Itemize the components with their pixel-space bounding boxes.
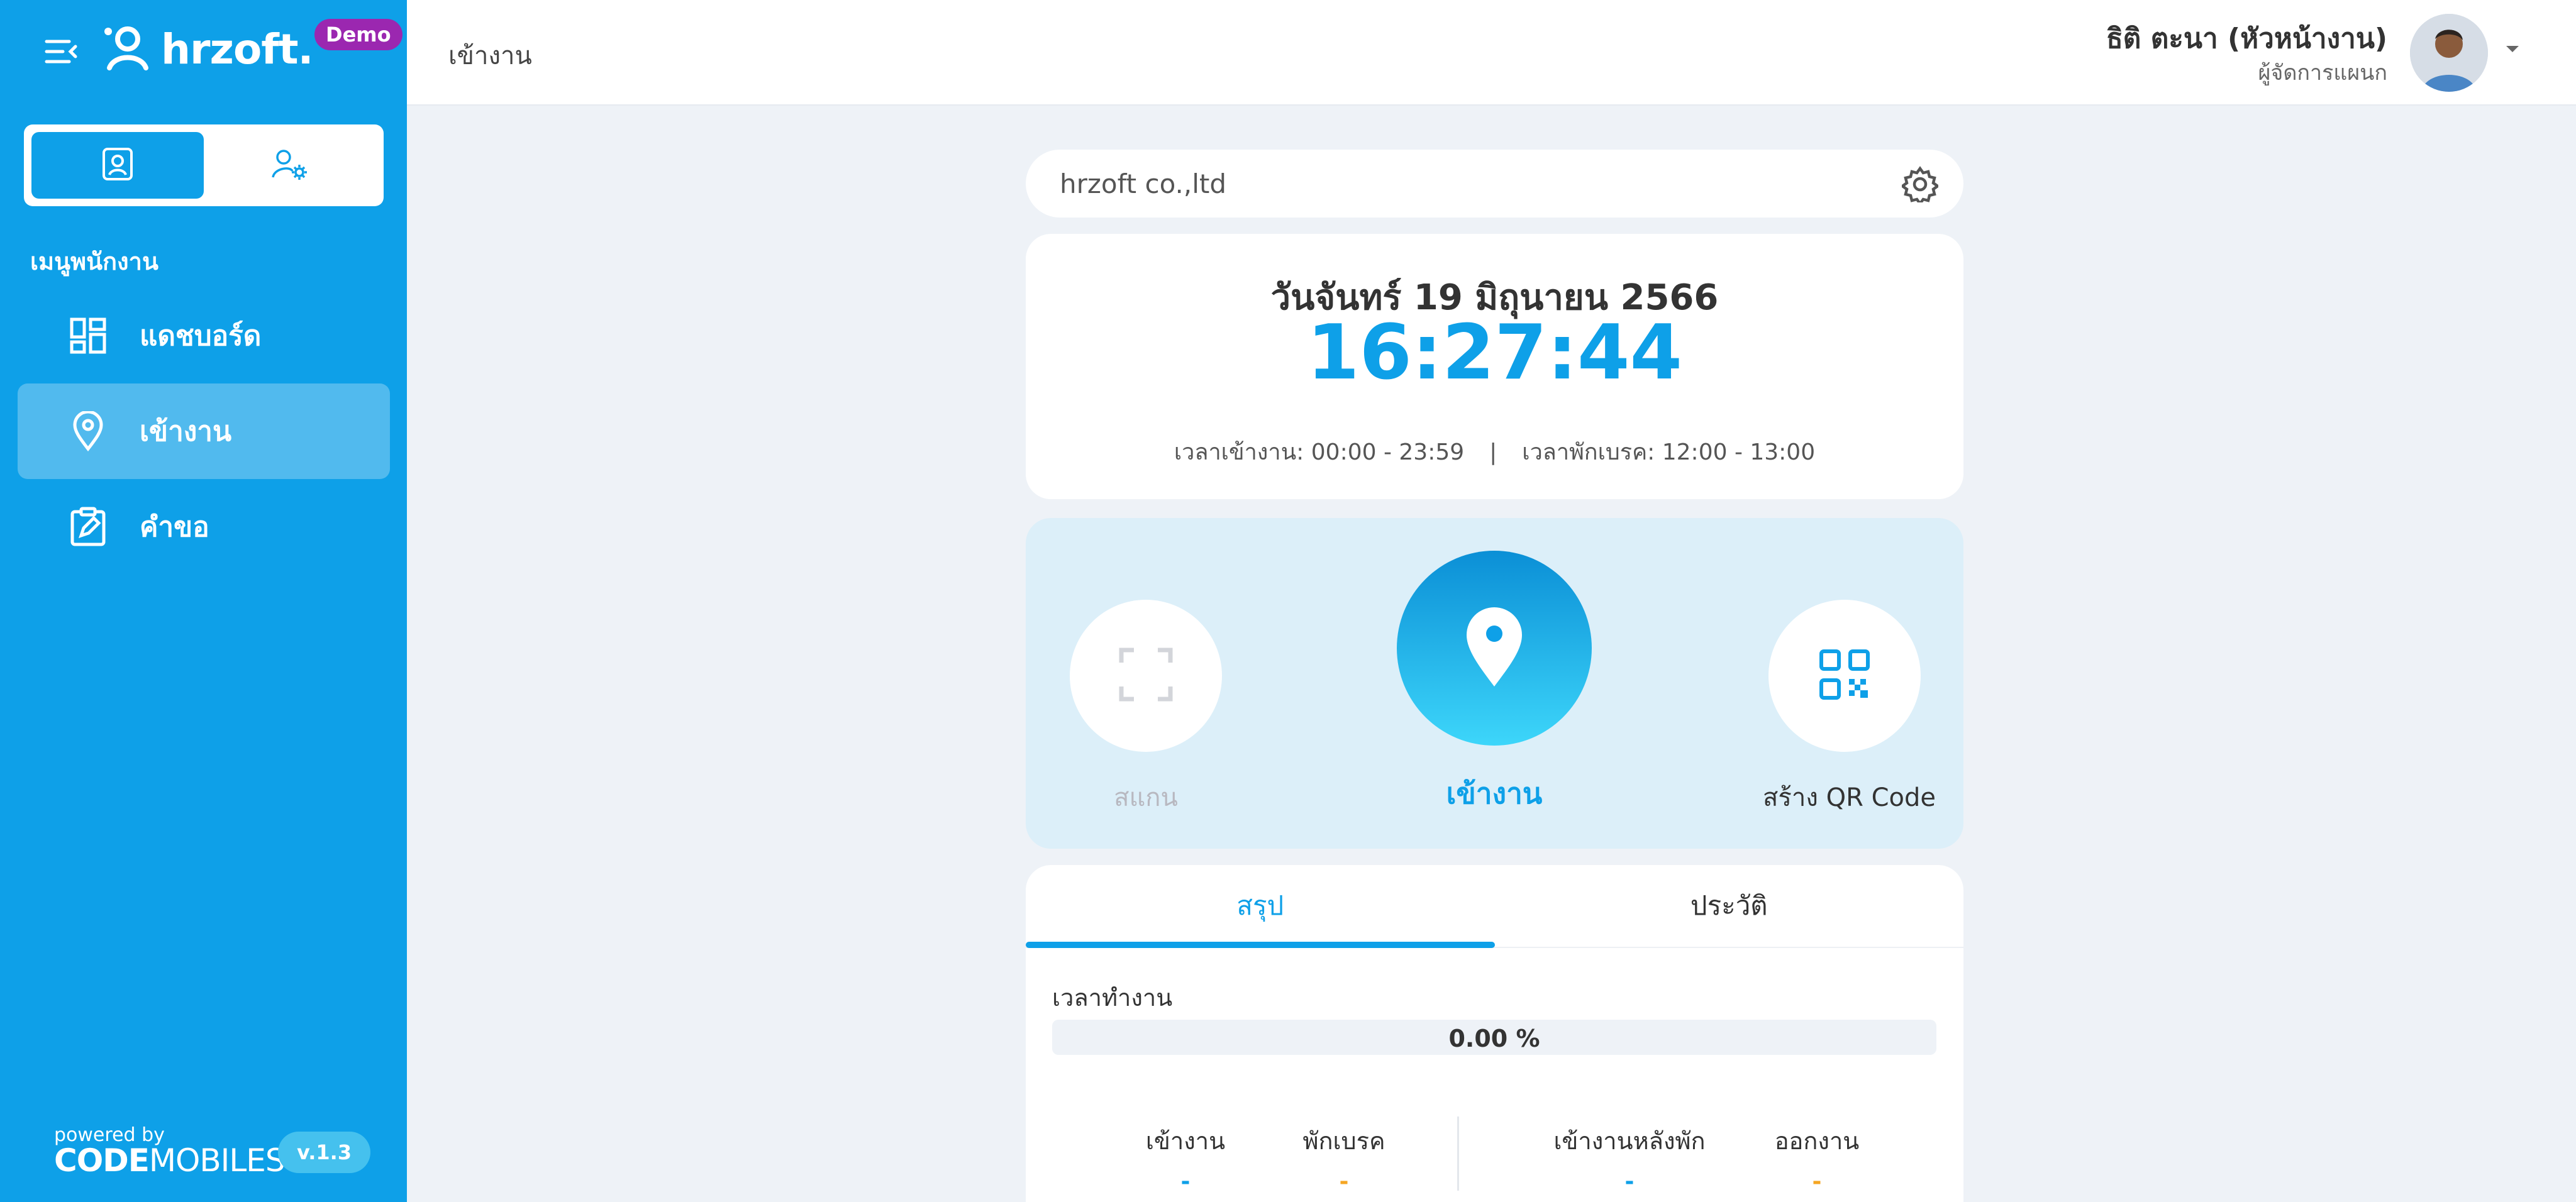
worktime-label: เวลาทำงาน <box>1052 984 1173 1012</box>
user-profile-icon <box>101 147 135 184</box>
company-name: hrzoft co.,ltd <box>1060 168 1227 199</box>
check-in-button[interactable]: เข้างาน <box>1397 551 1592 817</box>
create-qr-label: สร้าง QR Code <box>1763 783 1936 812</box>
version-badge: v.1.3 <box>278 1132 371 1173</box>
sidebar-item-dashboard[interactable]: แดชบอร์ด <box>18 288 390 383</box>
employee-mode-button[interactable] <box>31 132 204 199</box>
brand-mobiles: MOBILES <box>148 1142 286 1179</box>
work-hours: เวลาเข้างาน: 00:00 - 23:59 <box>1174 439 1465 465</box>
admin-mode-button[interactable] <box>204 132 376 199</box>
stat-after-break: เข้างานหลังพัก - <box>1529 1122 1730 1194</box>
logo-text: hrzoft. <box>161 25 314 74</box>
separator: | <box>1489 439 1497 465</box>
qr-code-icon <box>1819 649 1870 703</box>
stat-label: พักเบรค <box>1302 1127 1385 1155</box>
tab-summary[interactable]: สรุป <box>1026 865 1495 948</box>
sidebar-item-label: คำขอ <box>140 511 209 543</box>
scan-label: สแกน <box>1114 783 1178 812</box>
menu-collapse-icon[interactable] <box>44 38 78 65</box>
sidebar-item-requests[interactable]: คำขอ <box>18 479 390 575</box>
menu-heading: เมนูพนักงาน <box>30 248 158 275</box>
app-logo[interactable]: hrzoft. <box>101 23 314 75</box>
sidebar-item-label: แดชบอร์ด <box>140 320 262 352</box>
brand-wordmark: CODEMOBILES <box>54 1142 286 1179</box>
powered-by-brand: powered by CODEMOBILES <box>54 1124 286 1179</box>
scan-button[interactable]: สแกน <box>1069 600 1223 817</box>
user-settings-icon <box>271 147 309 184</box>
stat-label: เข้างาน <box>1145 1127 1226 1155</box>
request-edit-icon <box>57 507 119 547</box>
chevron-down-icon[interactable] <box>2504 44 2521 57</box>
demo-badge: Demo <box>314 19 402 50</box>
tab-history[interactable]: ประวัติ <box>1495 865 1964 947</box>
stat-value: - <box>1624 1169 1635 1194</box>
sidebar: hrzoft. Demo เมนูพนักงาน แดชบอร์ด เข้างา… <box>0 0 407 1202</box>
check-in-circle[interactable] <box>1397 551 1592 746</box>
stat-check-out: ออกงาน - <box>1760 1122 1874 1194</box>
shift-times: เวลาเข้างาน: 00:00 - 23:59 | เวลาพักเบรค: … <box>1026 434 1963 470</box>
scan-frame-icon <box>1119 648 1173 704</box>
avatar[interactable] <box>2410 14 2488 92</box>
stat-label: เข้างานหลังพัก <box>1553 1127 1706 1155</box>
location-pin-icon <box>1464 606 1524 690</box>
scan-circle[interactable] <box>1070 600 1222 752</box>
create-qr-button[interactable]: สร้าง QR Code <box>1763 600 1936 817</box>
top-bar: เข้างาน ธิติ ตะนา (หัวหน้างาน) ผู้จัดการ… <box>407 0 2576 106</box>
stat-value: - <box>1180 1169 1191 1194</box>
clock-card: วันจันทร์ 19 มิถุนายน 2566 16:27:44 เวลา… <box>1026 234 1963 499</box>
create-qr-circle[interactable] <box>1768 600 1921 752</box>
stat-check-in: เข้างาน - <box>1129 1122 1242 1194</box>
stat-label: ออกงาน <box>1774 1127 1860 1155</box>
gear-icon[interactable] <box>1900 166 1940 206</box>
check-in-actions: สแกน เข้างาน สร้าง QR Code <box>1026 518 1963 849</box>
location-pin-icon <box>57 411 119 451</box>
stat-break: พักเบรค - <box>1287 1122 1401 1194</box>
logo-mark-icon <box>101 23 155 75</box>
summary-card: สรุป ประวัติ เวลาทำงาน 0.00 % เข้างาน - … <box>1026 865 1963 1202</box>
current-time: 16:27:44 <box>1307 309 1682 397</box>
stat-divider <box>1457 1117 1459 1191</box>
page-title: เข้างาน <box>448 41 532 70</box>
company-bar: hrzoft co.,ltd <box>1026 150 1963 218</box>
dashboard-icon <box>57 317 119 355</box>
user-role: ผู้จัดการแผนก <box>2258 60 2387 85</box>
sidebar-item-label: เข้างาน <box>140 416 232 448</box>
stat-value: - <box>1339 1169 1349 1194</box>
mode-switch <box>24 124 384 206</box>
brand-code: CODE <box>54 1142 150 1179</box>
break-hours: เวลาพักเบรค: 12:00 - 13:00 <box>1522 439 1816 465</box>
user-name[interactable]: ธิติ ตะนา (หัวหน้างาน) <box>2106 16 2387 60</box>
check-in-label: เข้างาน <box>1446 776 1543 810</box>
sidebar-item-check-in[interactable]: เข้างาน <box>18 383 390 479</box>
stat-value: - <box>1812 1169 1822 1194</box>
summary-tabs: สรุป ประวัติ <box>1026 865 1963 948</box>
progress-text: 0.00 % <box>1448 1025 1540 1052</box>
worktime-progress: 0.00 % <box>1052 1020 1936 1055</box>
